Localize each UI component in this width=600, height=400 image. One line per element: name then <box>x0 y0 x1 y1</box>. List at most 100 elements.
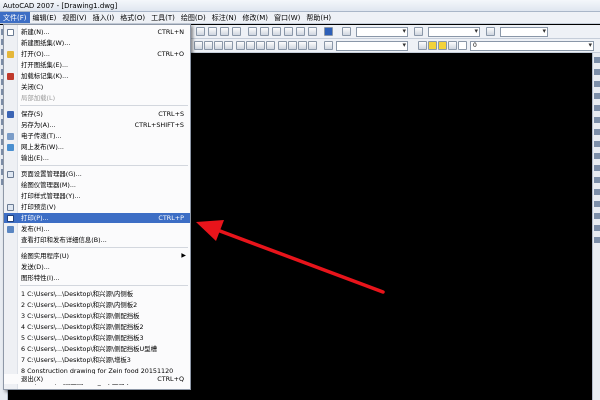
menu-draw[interactable]: 绘图(D) <box>178 12 209 23</box>
design-center-icon[interactable] <box>260 27 269 36</box>
menu-item-new-sheetset[interactable]: 新建图纸集(W)... <box>4 38 190 48</box>
drawing-canvas[interactable] <box>190 53 592 400</box>
table-style-combo[interactable] <box>500 27 548 37</box>
move-icon[interactable] <box>594 117 600 123</box>
stretch-icon[interactable] <box>594 153 600 159</box>
publish-icon <box>7 226 14 233</box>
dim-update-icon[interactable] <box>308 41 317 50</box>
menu-item-drawing-utilities[interactable]: 绘图实用程序(U) ▶ <box>4 251 190 261</box>
help-icon[interactable] <box>324 27 333 36</box>
chamfer-icon[interactable] <box>594 213 600 219</box>
ruler-icon[interactable] <box>324 41 333 50</box>
menu-modify[interactable]: 修改(M) <box>239 12 271 23</box>
recent-file-item[interactable]: 6 C:\Users\...\Desktop\和兴源\侧配挡板U型槽 <box>4 344 190 354</box>
table-style-icon[interactable] <box>486 27 495 36</box>
text-style-icon[interactable] <box>342 27 351 36</box>
recent-file-item[interactable]: 3 C:\Users\...\Desktop\和兴源\侧配挡板 <box>4 311 190 321</box>
dim-edit-icon[interactable] <box>298 41 307 50</box>
menu-item-save[interactable]: 保存(S) CTRL+S <box>4 109 190 119</box>
menu-help[interactable]: 帮助(H) <box>303 12 334 23</box>
menu-bar: 文件(F) 编辑(E) 视图(V) 插入(I) 格式(O) 工具(T) 绘图(D… <box>0 12 600 24</box>
menu-format[interactable]: 格式(O) <box>117 12 148 23</box>
menu-item-open-sheetset[interactable]: 打开图纸集(E)... <box>4 60 190 70</box>
zoom-realtime-icon[interactable] <box>208 27 217 36</box>
join-icon[interactable] <box>594 201 600 207</box>
osnap-icon[interactable] <box>204 41 213 50</box>
file-menu: 新建(N)... CTRL+N 新建图纸集(W)... 打开(O)... CTR… <box>3 24 191 390</box>
menu-item-export[interactable]: 输出(E)... <box>4 153 190 163</box>
menu-item-web-publish[interactable]: 网上发布(W)... <box>4 142 190 152</box>
menu-item-close[interactable]: 关闭(C) <box>4 82 190 92</box>
recent-file-item[interactable]: 1 C:\Users\...\Desktop\和兴源\内侧板 <box>4 289 190 299</box>
right-tool-palette <box>592 53 600 400</box>
recent-file-item[interactable]: 2 C:\Users\...\Desktop\和兴源\内侧板2 <box>4 300 190 310</box>
tool-palettes-icon[interactable] <box>272 27 281 36</box>
array-icon[interactable] <box>594 105 600 111</box>
markup-icon[interactable] <box>296 27 305 36</box>
zoom-previous-icon[interactable] <box>232 27 241 36</box>
menu-item-save-as[interactable]: 另存为(A)... CTRL+SHIFT+S <box>4 120 190 130</box>
pan-icon[interactable] <box>196 27 205 36</box>
lightbulb-icon[interactable] <box>428 41 437 50</box>
sun-icon[interactable] <box>438 41 447 50</box>
fillet-icon[interactable] <box>594 225 600 231</box>
menu-item-plot-preview[interactable]: 打印预览(V) <box>4 202 190 212</box>
layer-manager-icon[interactable] <box>418 41 427 50</box>
erase-icon[interactable] <box>594 57 600 63</box>
recent-file-item[interactable]: 4 C:\Users\...\Desktop\和兴源\侧配挡板2 <box>4 322 190 332</box>
menu-window[interactable]: 窗口(W) <box>271 12 303 23</box>
menu-dimension[interactable]: 标注(N) <box>209 12 240 23</box>
menu-item-etransmit[interactable]: 电子传递(T)... <box>4 131 190 141</box>
scale-icon[interactable] <box>594 141 600 147</box>
menu-item-drawing-properties[interactable]: 图形特性(I)... <box>4 273 190 283</box>
tolerance-icon[interactable] <box>278 41 287 50</box>
menu-item-plot-details[interactable]: 查看打印和发布详细信息(B)... <box>4 235 190 245</box>
menu-item-plot-style-manager[interactable]: 打印样式管理器(Y)... <box>4 191 190 201</box>
menu-file[interactable]: 文件(F) <box>0 12 30 23</box>
menu-edit[interactable]: 编辑(E) <box>30 12 60 23</box>
extend-icon[interactable] <box>594 177 600 183</box>
copy-icon[interactable] <box>594 69 600 75</box>
menu-item-load-markup[interactable]: 加载标记集(K)... <box>4 71 190 81</box>
properties-icon[interactable] <box>248 27 257 36</box>
menu-item-publish[interactable]: 发布(H)... <box>4 224 190 234</box>
dim-linear-icon[interactable] <box>236 41 245 50</box>
sheet-set-icon[interactable] <box>284 27 293 36</box>
submenu-arrow-icon: ▶ <box>181 252 186 259</box>
menu-item-open[interactable]: 打开(O)... CTRL+O <box>4 49 190 59</box>
dim-aligned-icon[interactable] <box>246 41 255 50</box>
offset-icon[interactable] <box>594 93 600 99</box>
snap-icon[interactable] <box>194 41 203 50</box>
rotate-icon[interactable] <box>594 129 600 135</box>
explode-icon[interactable] <box>594 237 600 243</box>
text-style-combo[interactable] <box>356 27 408 37</box>
menu-insert[interactable]: 插入(I) <box>90 12 118 23</box>
dim-baseline-icon[interactable] <box>256 41 265 50</box>
menu-tools[interactable]: 工具(T) <box>148 12 178 23</box>
trim-icon[interactable] <box>594 165 600 171</box>
break-icon[interactable] <box>594 189 600 195</box>
lock-icon[interactable] <box>448 41 457 50</box>
menu-item-plotter-manager[interactable]: 绘图仪管理器(M)... <box>4 180 190 190</box>
menu-view[interactable]: 视图(V) <box>59 12 89 23</box>
menu-item-send[interactable]: 发送(D)... <box>4 262 190 272</box>
center-mark-icon[interactable] <box>288 41 297 50</box>
recent-file-item[interactable]: 7 C:\Users\...\Desktop\和兴源\增板3 <box>4 355 190 365</box>
menu-item-new[interactable]: 新建(N)... CTRL+N <box>4 27 190 37</box>
menu-item-plot[interactable]: 打印(P)... CTRL+P <box>4 213 190 223</box>
recent-file-item[interactable]: 5 C:\Users\...\Desktop\和兴源\侧配挡板3 <box>4 333 190 343</box>
color-swatch-icon[interactable] <box>458 41 467 50</box>
dim-continue-icon[interactable] <box>266 41 275 50</box>
zoom-window-icon[interactable] <box>220 27 229 36</box>
layer-combo[interactable]: 0 <box>470 41 594 51</box>
quickcalc-icon[interactable] <box>308 27 317 36</box>
menu-separator <box>20 105 188 106</box>
menu-item-page-setup[interactable]: 页面设置管理器(G)... <box>4 169 190 179</box>
circle-icon[interactable] <box>214 41 223 50</box>
menu-item-exit[interactable]: 退出(X) CTRL+Q <box>4 374 190 384</box>
dim-style-icon[interactable] <box>414 27 423 36</box>
dim-combo[interactable] <box>336 41 408 51</box>
mirror-icon[interactable] <box>594 81 600 87</box>
no-symbol-icon[interactable] <box>224 41 233 50</box>
dim-style-combo[interactable] <box>428 27 480 37</box>
